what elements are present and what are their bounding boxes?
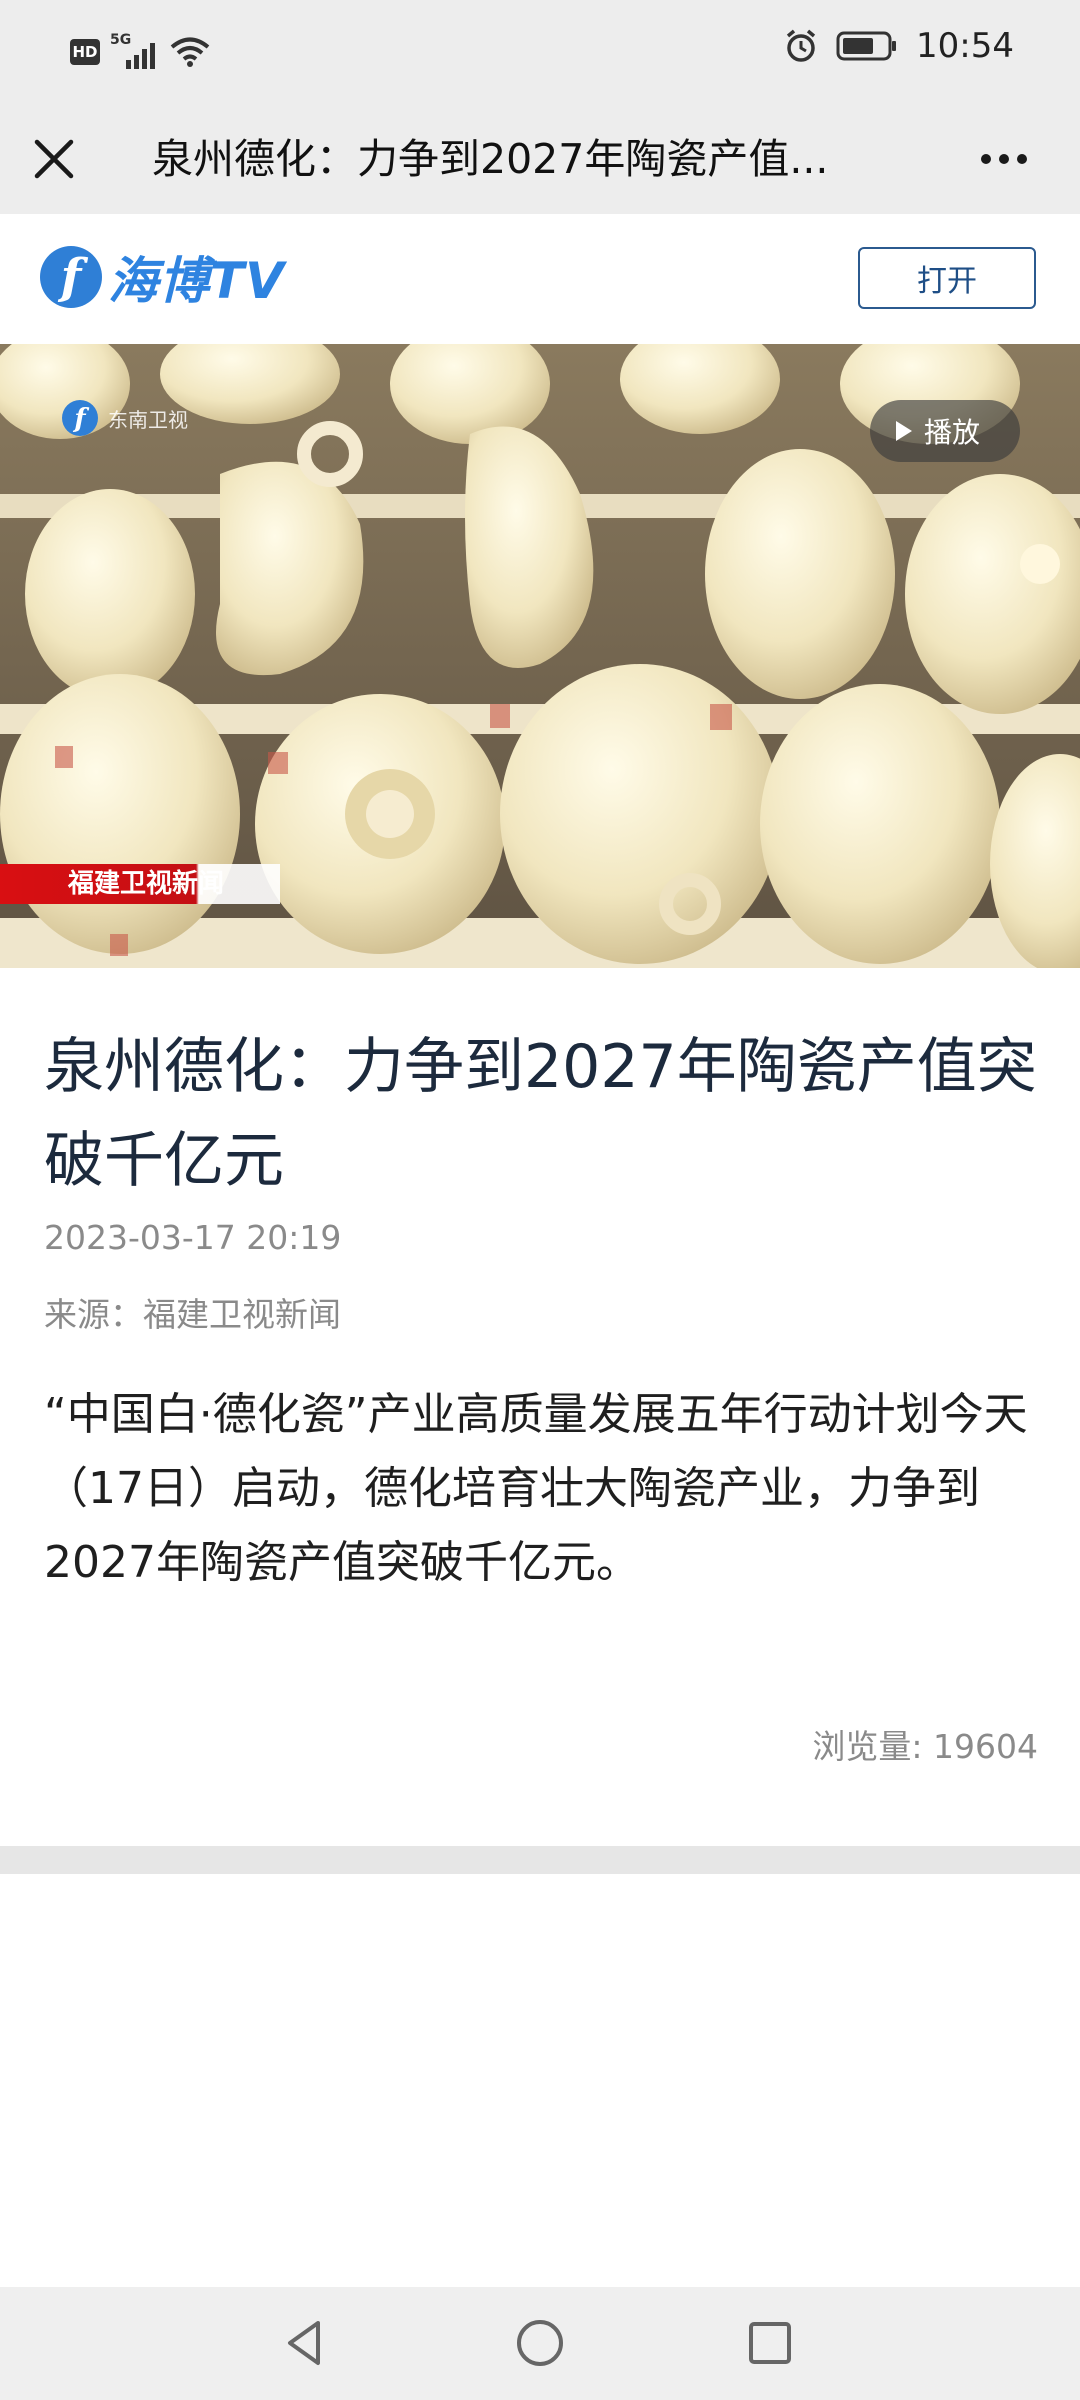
close-icon: [34, 139, 74, 179]
brand-bar: f 海博TV 打开: [0, 214, 1080, 344]
news-channel-badge: 福建卫视新闻: [0, 864, 280, 904]
status-right: 10:54: [784, 26, 1014, 66]
recents-button[interactable]: [740, 2313, 800, 2373]
system-nav-bar: [0, 2287, 1080, 2400]
clock: 10:54: [916, 26, 1014, 66]
top-nav-bar: 泉州德化：力争到2027年陶瓷产值...: [0, 105, 1080, 214]
logo-text: 海博TV: [108, 252, 285, 310]
wifi-icon: [170, 37, 210, 67]
article-title: 泉州德化：力争到2027年陶瓷产值突破千亿元: [44, 1032, 1037, 1196]
play-icon: [896, 421, 912, 441]
hd-badge: HD: [70, 39, 100, 65]
open-app-button[interactable]: 打开: [858, 247, 1036, 309]
close-button[interactable]: [22, 127, 86, 191]
back-button[interactable]: [276, 2313, 336, 2373]
article-source: 来源：福建卫视新闻: [44, 1295, 341, 1334]
app-logo: f 海博TV: [40, 242, 285, 312]
home-circle-icon: [517, 2320, 563, 2366]
channel-watermark: f 东南卫视: [60, 398, 188, 438]
back-triangle-icon: [288, 2321, 320, 2365]
view-count: 浏览量: 19604: [812, 1727, 1038, 1766]
status-left: HD 5G: [70, 32, 210, 70]
recents-square-icon: [749, 2322, 791, 2364]
signal-icon: 5G: [110, 32, 160, 70]
more-button[interactable]: [968, 127, 1040, 191]
article-body: “中国白·德化瓷”产业高质量发展五年行动计划今天（17日）启动，德化培育壮大陶瓷…: [44, 1389, 1028, 1588]
section-divider: [0, 1846, 1080, 1874]
battery-icon: [836, 31, 897, 61]
logo-mark-icon: f: [40, 246, 102, 308]
article-datetime: 2023-03-17 20:19: [44, 1218, 342, 1257]
play-button[interactable]: 播放: [870, 400, 1020, 462]
play-label: 播放: [924, 416, 981, 449]
video-thumbnail[interactable]: f 东南卫视 播放 福建卫视新闻: [0, 344, 1080, 968]
status-bar: HD 5G 10:54: [0, 0, 1080, 105]
channel-watermark-text: 东南卫视: [108, 407, 188, 432]
alarm-icon: [786, 29, 816, 62]
more-dots-icon: [981, 154, 1027, 164]
home-button[interactable]: [510, 2313, 570, 2373]
channel-logo-icon: f: [62, 400, 98, 436]
page-title: 泉州德化：力争到2027年陶瓷产值...: [152, 135, 829, 183]
